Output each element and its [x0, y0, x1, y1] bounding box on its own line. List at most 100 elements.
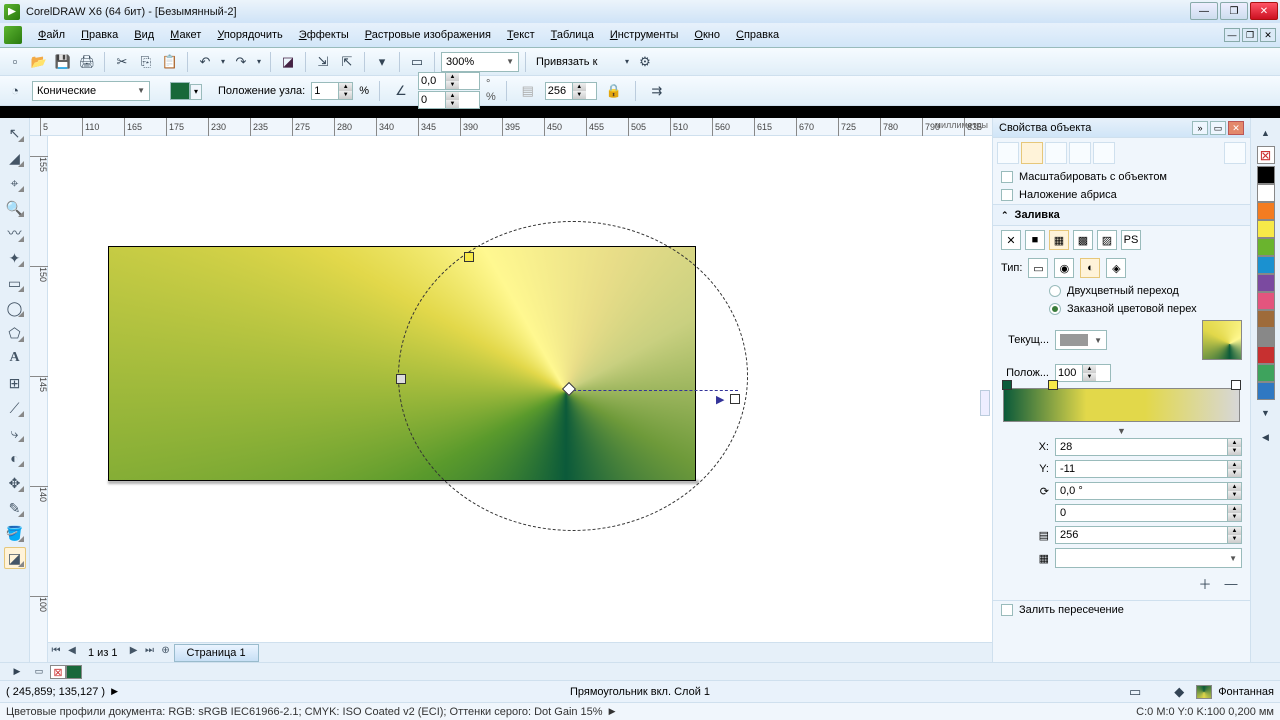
square-type-button[interactable]: ◈ — [1106, 258, 1126, 278]
current-color-combo[interactable]: ▼ — [1055, 330, 1107, 350]
color-swatch[interactable] — [1257, 328, 1275, 346]
menu-файл[interactable]: Файл — [30, 27, 73, 43]
interactive-fill-tool[interactable]: ◪ — [4, 547, 26, 569]
options-button[interactable]: ⚙ — [634, 51, 656, 73]
fill-intersection-checkbox[interactable] — [1001, 604, 1013, 616]
preset-combo[interactable]: ▼ — [1055, 548, 1242, 568]
last-page-button[interactable]: ⏭ — [142, 645, 158, 661]
scroll-marker[interactable] — [980, 390, 990, 416]
gradient-stop-start[interactable] — [1002, 380, 1012, 390]
ellipse-tool[interactable]: ◯ — [4, 297, 26, 319]
radial-type-button[interactable]: ◉ — [1054, 258, 1074, 278]
color-swatch[interactable] — [1257, 166, 1275, 184]
steps-panel-input[interactable]: ▲▼ — [1055, 526, 1242, 544]
ruler-horizontal[interactable]: миллиметры 51101651752302352752803403453… — [30, 118, 992, 136]
gradient-editor[interactable] — [1003, 388, 1240, 422]
fill-tool[interactable]: 🪣 — [4, 522, 26, 544]
rectangle-tool[interactable]: ▭ — [4, 272, 26, 294]
gradient-stop-mid[interactable] — [1048, 380, 1058, 390]
remove-preset-button[interactable]: — — [1220, 572, 1242, 594]
crop-tool[interactable]: ⌖ — [4, 172, 26, 194]
menu-окно[interactable]: Окно — [686, 27, 728, 43]
menu-эффекты[interactable]: Эффекты — [291, 27, 357, 43]
gradient-node-handle[interactable] — [464, 252, 474, 262]
menu-правка[interactable]: Правка — [73, 27, 126, 43]
pick-tool[interactable]: ↖ — [4, 122, 26, 144]
smart-fill-tool[interactable]: ✦ — [4, 247, 26, 269]
pattern-fill-button[interactable]: ▩ — [1073, 230, 1093, 250]
postscript-fill-button[interactable]: PS — [1121, 230, 1141, 250]
rotation-input[interactable]: ▲▼ — [1055, 482, 1242, 500]
first-page-button[interactable]: ⏮ — [48, 645, 64, 661]
edit-fill-icon[interactable]: ◔ — [4, 80, 26, 102]
color-swatch[interactable] — [1257, 256, 1275, 274]
edge-pad-input[interactable]: ▲▼ — [418, 91, 480, 109]
page-tab[interactable]: Страница 1 — [174, 644, 259, 662]
gradient-start-handle[interactable] — [396, 374, 406, 384]
mdi-close[interactable]: ✕ — [1260, 28, 1276, 42]
zoom-combo[interactable]: 300%▼ — [441, 52, 519, 72]
x-input[interactable]: ▲▼ — [1055, 438, 1242, 456]
y-input[interactable]: ▲▼ — [1055, 460, 1242, 478]
scale-with-object-checkbox[interactable] — [1001, 171, 1013, 183]
position-input[interactable]: ▲▼ — [1055, 364, 1111, 382]
gradient-end-handle[interactable] — [730, 394, 740, 404]
text-tool[interactable]: A — [4, 347, 26, 369]
linear-type-button[interactable]: ▭ — [1028, 258, 1048, 278]
color-swatch[interactable] — [1257, 310, 1275, 328]
color-swatch[interactable] — [1257, 274, 1275, 292]
outline-tool[interactable]: ✎ — [4, 497, 26, 519]
color-swatch[interactable] — [1257, 292, 1275, 310]
publish-button[interactable]: ⇱ — [336, 51, 358, 73]
summary-tab-button[interactable] — [1093, 142, 1115, 164]
menu-текст[interactable]: Текст — [499, 27, 543, 43]
fill-tab-button[interactable] — [1021, 142, 1043, 164]
redo-dropdown[interactable]: ▾ — [254, 51, 264, 73]
fill-indicator-icon[interactable]: ◆ — [1168, 681, 1190, 703]
steps-input[interactable]: ▲▼ — [545, 82, 597, 100]
freehand-tool[interactable]: 〰 — [4, 222, 26, 244]
overlay-outline-checkbox[interactable] — [1001, 189, 1013, 201]
selected-rectangle[interactable] — [108, 246, 696, 481]
section-toggle-icon[interactable]: ⌃ — [1001, 210, 1009, 221]
outline-tab-button[interactable] — [997, 142, 1019, 164]
copy-fill-button[interactable]: ⇉ — [646, 80, 668, 102]
save-button[interactable]: 💾 — [52, 51, 74, 73]
no-fill-button[interactable]: ✕ — [1001, 230, 1021, 250]
fountain-fill-button[interactable]: ▦ — [1049, 230, 1069, 250]
current-color-swatch[interactable]: ▾ — [170, 82, 190, 100]
ruler-vertical[interactable]: 155150145140100 — [30, 136, 48, 662]
maximize-button[interactable]: ❐ — [1220, 2, 1248, 20]
panel-dock-button[interactable]: ▭ — [1210, 121, 1226, 135]
redo-button[interactable]: ↷ — [230, 51, 252, 73]
menu-таблица[interactable]: Таблица — [543, 27, 602, 43]
uniform-fill-button[interactable]: ■ — [1025, 230, 1045, 250]
transparency-tab-button[interactable] — [1045, 142, 1067, 164]
two-color-radio[interactable] — [1049, 285, 1061, 297]
palette-scroll-down[interactable]: ▼ — [1255, 402, 1277, 424]
mdi-minimize[interactable]: — — [1224, 28, 1240, 42]
shape-tool[interactable]: ◢ — [4, 147, 26, 169]
close-button[interactable]: ✕ — [1250, 2, 1278, 20]
copy-button[interactable]: ⎘ — [135, 51, 157, 73]
doc-no-color[interactable]: ⊠ — [50, 665, 66, 679]
color-swatch[interactable] — [1257, 220, 1275, 238]
paste-button[interactable]: 📋 — [159, 51, 181, 73]
conical-type-button[interactable]: ◐ — [1080, 258, 1100, 278]
dimension-tool[interactable]: ⟋ — [4, 397, 26, 419]
fill-type-combo[interactable]: Конические▼ — [32, 81, 150, 101]
print-button[interactable]: 🖨 — [76, 51, 98, 73]
menu-упорядочить[interactable]: Упорядочить — [209, 27, 290, 43]
palette-scroll-up[interactable]: ▲ — [1255, 122, 1277, 144]
fill-indicator-swatch[interactable] — [1196, 685, 1212, 699]
edge-pad-panel-input[interactable]: ▲▼ — [1055, 504, 1242, 522]
export-button[interactable]: ⇲ — [312, 51, 334, 73]
canvas-area[interactable]: ▶ — [48, 136, 992, 642]
doc-color-green[interactable] — [66, 665, 82, 679]
menu-справка[interactable]: Справка — [728, 27, 787, 43]
menu-вид[interactable]: Вид — [126, 27, 162, 43]
color-swatch[interactable] — [1257, 382, 1275, 400]
zoom-tool[interactable]: 🔍 — [4, 197, 26, 219]
open-button[interactable]: 📂 — [28, 51, 50, 73]
polygon-tool[interactable]: ⬠ — [4, 322, 26, 344]
